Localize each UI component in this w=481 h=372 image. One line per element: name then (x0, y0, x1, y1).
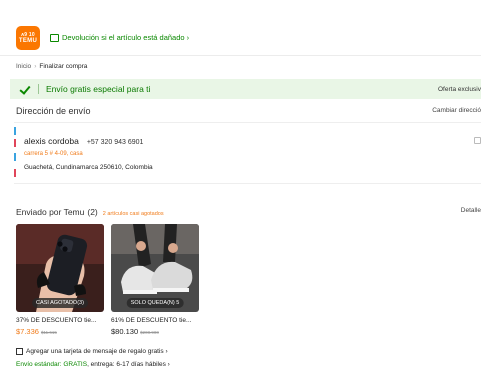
street-address: carrera 5 # 4-09, casa (24, 151, 83, 157)
breadcrumb-home[interactable]: Inicio (16, 63, 31, 70)
current-price: $7.336 (16, 327, 39, 336)
original-price: $208.900 (140, 330, 159, 335)
envelope-stripe (14, 127, 16, 135)
product-price: $80.130 $208.900 (111, 327, 199, 336)
gift-icon (16, 348, 23, 355)
recipient-phone: +57 320 943 6901 (86, 139, 144, 146)
exclusive-offer-label: Oferta exclusiv (438, 85, 481, 93)
product-name: 37% DE DESCUENTO tie... (16, 317, 97, 324)
product-image-phone[interactable]: CASI AGOTADO(3) (16, 224, 104, 312)
city-address: Guachetá, Cundinamarca 250610, Colombia (24, 164, 153, 171)
promo-text: Envío gratis especial para ti (46, 84, 151, 94)
return-policy-link[interactable]: Devolución si el artículo está dañado › (50, 33, 189, 42)
free-shipping-label: Envío estándar: GRATIS (16, 361, 88, 368)
address-section-title: Dirección de envío (16, 106, 91, 116)
original-price: $11.615 (40, 330, 57, 335)
details-link[interactable]: Detalle (461, 207, 481, 214)
low-stock-warning: 2 artículos casi agotados (102, 211, 164, 217)
free-shipping-banner: Envío gratis especial para ti Oferta exc… (10, 79, 481, 99)
top-bar: ᴀ9 10 TEMU Devolución si el artículo est… (0, 0, 481, 56)
address-card[interactable]: alexis cordoba +57 320 943 6901 carrera … (14, 122, 481, 184)
product-price: $7.336 $11.615 (16, 327, 104, 336)
check-icon (19, 84, 30, 95)
breadcrumb-separator: › (34, 63, 37, 70)
stock-badge: SOLO QUEDA(N) 5 (126, 298, 184, 308)
temu-logo[interactable]: ᴀ9 10 TEMU (16, 26, 40, 50)
add-gift-card-link[interactable]: Agregar una tarjeta de mensaje de regalo… (16, 348, 168, 355)
shipping-option[interactable]: Envío estándar: GRATIS, entrega: 6-17 dí… (16, 361, 170, 368)
envelope-stripe (14, 139, 16, 147)
product-card[interactable]: CASI AGOTADO(3) 37% DE DESCUENTO tie... … (16, 224, 104, 336)
recipient-line: alexis cordoba +57 320 943 6901 (24, 136, 143, 146)
change-address-button[interactable]: Cambiar direcció (432, 107, 481, 114)
gift-text: Agregar una tarjeta de mensaje de regalo… (26, 348, 168, 355)
recipient-name: alexis cordoba (24, 136, 79, 146)
return-policy-text: Devolución si el artículo está dañado › (62, 33, 190, 42)
breadcrumb: Inicio › Finalizar compra (16, 63, 87, 70)
product-card[interactable]: SOLO QUEDA(N) 5 61% DE DESCUENTO tie... … (111, 224, 199, 336)
logo-bottom-text: TEMU (18, 38, 38, 44)
product-name: 61% DE DESCUENTO tie... (111, 317, 192, 324)
delivery-estimate: , entrega: 6-17 días hábiles › (87, 361, 170, 368)
shipment-header: Enviado por Temu (2) 2 artículos casi ag… (16, 207, 164, 217)
current-price: $80.130 (111, 327, 139, 336)
divider (38, 84, 39, 94)
item-count: (2) (87, 207, 98, 217)
envelope-stripe (14, 169, 16, 177)
breadcrumb-current: Finalizar compra (39, 63, 88, 70)
box-icon (50, 33, 59, 42)
edit-icon[interactable] (474, 137, 481, 144)
product-image-sneakers[interactable]: SOLO QUEDA(N) 5 (111, 224, 199, 312)
stock-badge: CASI AGOTADO(3) (32, 298, 88, 308)
envelope-stripe (14, 153, 16, 161)
shipment-title: Enviado por Temu (16, 207, 85, 217)
